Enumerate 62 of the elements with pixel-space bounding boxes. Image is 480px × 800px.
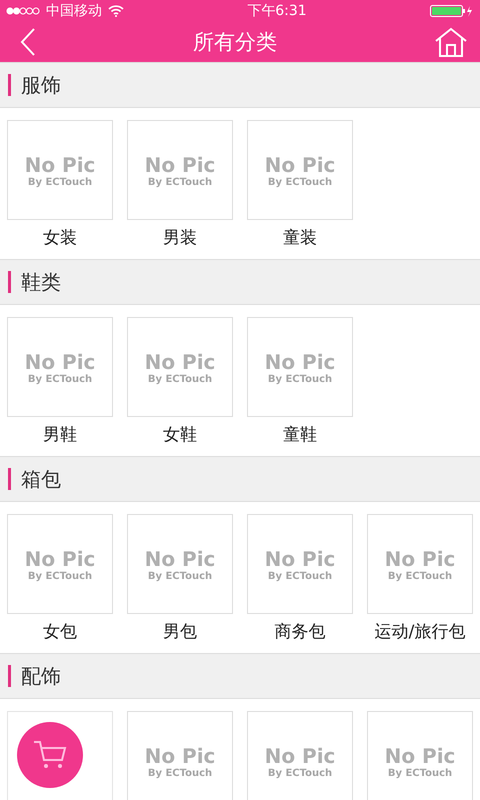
category-label[interactable]: 女鞋 — [163, 423, 197, 446]
category-image[interactable]: No Pic By ECTouch — [247, 514, 353, 614]
placeholder-subtext: By ECTouch — [28, 570, 92, 582]
category-image[interactable]: No Pic By ECTouch — [7, 120, 113, 220]
status-time: 下午6:31 — [247, 2, 307, 20]
category-image[interactable]: No Pic By ECTouch — [127, 514, 233, 614]
wifi-icon — [108, 5, 124, 17]
category-image[interactable]: No Pic By ECTouch — [127, 120, 233, 220]
placeholder-subtext: By ECTouch — [148, 768, 212, 778]
category-image[interactable]: No Pic By ECTouch — [247, 711, 353, 800]
placeholder-text: No Pic — [384, 744, 456, 768]
section-title: 服饰 — [21, 72, 61, 98]
category-image[interactable]: No Pic By ECTouch — [127, 317, 233, 417]
battery-icon — [430, 5, 474, 17]
category-image[interactable]: No Pic By ECTouch — [7, 514, 113, 614]
placeholder-text: No Pic — [144, 744, 216, 768]
placeholder-subtext: By ECTouch — [268, 768, 332, 778]
placeholder-subtext: By ECTouch — [28, 176, 92, 188]
placeholder-text: No Pic — [384, 546, 456, 570]
placeholder-subtext: By ECTouch — [148, 374, 212, 384]
category-label[interactable]: 男包 — [163, 620, 197, 643]
category-label[interactable]: 运动/旅行包 — [374, 620, 466, 643]
category-label[interactable]: 商务包 — [274, 620, 326, 643]
placeholder-text: No Pic — [24, 546, 96, 570]
placeholder-text: No Pic — [24, 350, 96, 374]
placeholder-subtext: By ECTouch — [268, 570, 332, 582]
category-image[interactable]: No Pic By ECTouch — [247, 120, 353, 220]
section-title: 配饰 — [21, 662, 61, 690]
placeholder-subtext: By ECTouch — [388, 570, 452, 582]
placeholder-subtext: By ECTouch — [148, 570, 212, 582]
placeholder-subtext: By ECTouch — [148, 176, 212, 188]
home-icon[interactable] — [434, 27, 468, 57]
section-title: 箱包 — [21, 466, 61, 492]
placeholder-subtext: By ECTouch — [268, 176, 332, 188]
category-image[interactable]: No Pic By ECTouch — [367, 514, 473, 614]
placeholder-text: No Pic — [264, 350, 336, 374]
category-image[interactable]: No Pic By ECTouch — [247, 317, 353, 417]
placeholder-text: No Pic — [24, 152, 96, 176]
signal-icon — [6, 7, 40, 15]
category-label[interactable]: 童装 — [283, 226, 317, 249]
cart-icon — [33, 740, 67, 770]
placeholder-subtext: By ECTouch — [28, 374, 92, 384]
placeholder-text: No Pic — [264, 152, 336, 176]
category-label[interactable]: 男鞋 — [43, 423, 77, 446]
page-title: 所有分类 — [193, 29, 277, 56]
placeholder-text: No Pic — [264, 744, 336, 768]
placeholder-subtext: By ECTouch — [268, 374, 332, 384]
placeholder-text: No Pic — [144, 350, 216, 374]
carrier-name: 中国移动 — [46, 2, 102, 20]
section-title: 鞋类 — [21, 268, 61, 296]
category-label[interactable]: 女装 — [43, 226, 77, 249]
placeholder-text: No Pic — [264, 546, 336, 570]
placeholder-text: No Pic — [144, 152, 216, 176]
category-label[interactable]: 男装 — [163, 226, 197, 249]
category-image[interactable]: No Pic By ECTouch — [7, 317, 113, 417]
placeholder-text: No Pic — [144, 546, 216, 570]
category-image[interactable]: No Pic By ECTouch — [127, 711, 233, 800]
category-label[interactable]: 女包 — [43, 620, 77, 643]
placeholder-subtext: By ECTouch — [388, 768, 452, 778]
category-label[interactable]: 童鞋 — [283, 423, 317, 446]
category-image[interactable]: No Pic By ECTouch — [367, 711, 473, 800]
back-icon[interactable] — [20, 28, 36, 56]
